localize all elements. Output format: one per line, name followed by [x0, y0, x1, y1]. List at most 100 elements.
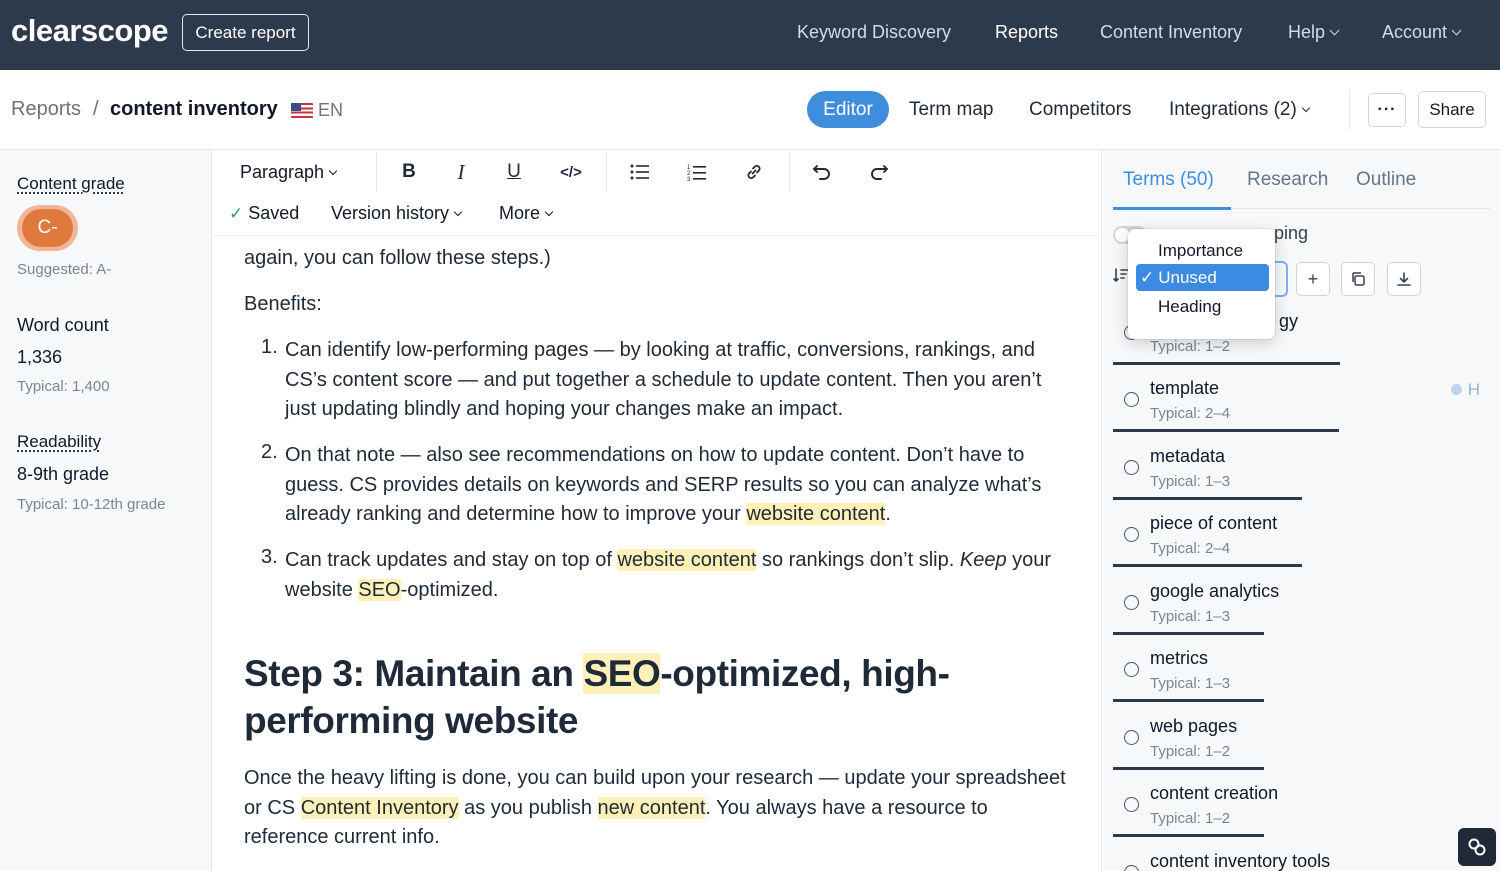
- language-label: EN: [318, 100, 344, 120]
- readability-value: 8-9th grade: [17, 464, 110, 484]
- logo[interactable]: clearscope: [11, 13, 169, 49]
- term-name: piece of content: [1150, 513, 1278, 533]
- term-typical: Typical: 1–2: [1150, 810, 1231, 827]
- toolbar-divider: [376, 152, 377, 192]
- editor-toolbar: Paragraph B I U </> 123 ✓ Saved Version …: [213, 150, 1101, 236]
- chevron-down-icon: [1301, 103, 1311, 113]
- term-status-icon[interactable]: [1124, 594, 1139, 610]
- nav-reports[interactable]: Reports: [995, 22, 1058, 43]
- highlighted-term: website content: [617, 549, 757, 571]
- download-icon[interactable]: [1387, 262, 1421, 296]
- sort-option-importance[interactable]: Importance: [1136, 237, 1269, 264]
- nav-account-label: Account: [1382, 22, 1448, 42]
- section-heading: Step 3: Maintain an SEO-optimized, high-…: [244, 650, 1044, 744]
- nav-content-inventory[interactable]: Content Inventory: [1100, 22, 1242, 43]
- tab-term-map[interactable]: Term map: [909, 99, 993, 121]
- version-history-menu[interactable]: Version history: [331, 203, 463, 224]
- term-name: metrics: [1150, 648, 1208, 668]
- term-item[interactable]: metrics Typical: 1–3: [1113, 635, 1490, 702]
- code-icon[interactable]: </>: [559, 160, 583, 184]
- numbered-list-icon[interactable]: 123: [685, 160, 709, 184]
- sort-icon[interactable]: [1113, 267, 1129, 288]
- italic-icon[interactable]: I: [449, 160, 473, 184]
- nav-help-label: Help: [1288, 22, 1326, 42]
- term-item[interactable]: google analytics Typical: 1–3: [1113, 568, 1490, 635]
- nav-help[interactable]: Help: [1288, 22, 1340, 43]
- content-grade-value: C-: [22, 209, 73, 247]
- nav-account[interactable]: Account: [1382, 22, 1462, 43]
- redo-icon[interactable]: [867, 160, 891, 184]
- term-status-icon[interactable]: [1124, 392, 1139, 407]
- underline-icon[interactable]: U: [502, 160, 526, 184]
- chevron-down-icon: [1451, 25, 1462, 36]
- dropdown-focus-ring: [1274, 261, 1288, 297]
- sort-option-unused[interactable]: ✓ Unused: [1136, 264, 1269, 291]
- heading-dot-icon: [1450, 384, 1462, 395]
- list-item-text: so rankings don’t slip.: [756, 549, 960, 571]
- chevron-down-icon: [453, 207, 463, 217]
- term-typical: Typical: 1–3: [1150, 675, 1231, 692]
- tab-competitors[interactable]: Competitors: [1029, 99, 1131, 121]
- toggle-knob: [1115, 228, 1129, 242]
- version-history-label: Version history: [331, 203, 450, 223]
- chevron-down-icon: [328, 166, 338, 176]
- term-status-icon[interactable]: [1124, 864, 1139, 871]
- word-count-typical: Typical: 1,400: [17, 378, 110, 395]
- chevron-down-icon: [544, 207, 554, 217]
- term-typical: Typical: 2–4: [1150, 540, 1231, 557]
- word-count-value: 1,336: [17, 347, 63, 367]
- term-item[interactable]: metadata Typical: 1–3: [1113, 433, 1490, 500]
- create-report-button[interactable]: Create report: [182, 14, 309, 51]
- help-widget-icon[interactable]: [1458, 828, 1496, 866]
- term-name: content creation: [1150, 783, 1279, 803]
- list-number: 1.: [261, 336, 278, 358]
- tab-editor[interactable]: Editor: [807, 91, 889, 128]
- term-name: template: [1150, 378, 1220, 398]
- term-item[interactable]: template Typical: 2–4 H: [1113, 365, 1490, 432]
- readability-label[interactable]: Readability: [17, 432, 101, 452]
- share-button[interactable]: Share: [1418, 91, 1486, 128]
- term-item[interactable]: piece of content Typical: 2–4: [1113, 500, 1490, 567]
- paragraph-text: as you publish: [458, 796, 598, 819]
- sort-option-heading[interactable]: Heading: [1136, 293, 1269, 320]
- link-icon[interactable]: [742, 160, 766, 184]
- term-status-icon[interactable]: [1124, 797, 1139, 812]
- more-menu[interactable]: More: [499, 203, 554, 224]
- term-typical: Typical: 1–2: [1150, 338, 1231, 355]
- report-header: Reports / content inventory EN Editor Te…: [0, 70, 1500, 150]
- highlighted-term: Content Inventory: [300, 796, 459, 819]
- term-status-icon[interactable]: [1124, 459, 1139, 475]
- list-item: Can identify low-performing pages — by l…: [285, 339, 1042, 421]
- bullet-list-icon[interactable]: [628, 160, 652, 184]
- editor[interactable]: Paragraph B I U </> 123 ✓ Saved Version …: [213, 150, 1102, 871]
- more-options-button[interactable]: ···: [1368, 93, 1406, 127]
- term-typical: Typical: 1–2: [1150, 742, 1231, 760]
- group-toggle-label: ping: [1274, 223, 1309, 243]
- save-status: ✓ Saved: [229, 203, 299, 224]
- term-status-icon[interactable]: [1124, 527, 1139, 542]
- readability-typical: Typical: 10-12th grade: [17, 496, 166, 513]
- tab-research[interactable]: Research: [1247, 169, 1328, 191]
- check-icon: ✓: [1140, 267, 1155, 287]
- tab-terms[interactable]: Terms (50): [1123, 169, 1214, 191]
- tab-integrations[interactable]: Integrations (2): [1169, 99, 1311, 121]
- copy-icon[interactable]: [1341, 262, 1375, 296]
- term-item[interactable]: web pages Typical: 1–2: [1113, 703, 1490, 770]
- active-tab-indicator: [1113, 207, 1231, 210]
- list-item-text: On that note — also see recommendations …: [285, 444, 1042, 526]
- paragraph: again, you can follow these steps.): [244, 247, 551, 269]
- nav-keyword-discovery[interactable]: Keyword Discovery: [797, 22, 951, 43]
- term-status-icon[interactable]: [1124, 729, 1139, 745]
- add-term-button[interactable]: +: [1296, 262, 1330, 296]
- content-grade-label[interactable]: Content grade: [17, 174, 125, 194]
- save-status-label: Saved: [248, 203, 300, 223]
- term-item[interactable]: content creation Typical: 1–2: [1113, 770, 1490, 837]
- bold-icon[interactable]: B: [397, 160, 421, 184]
- breadcrumb-reports[interactable]: Reports: [11, 98, 81, 121]
- toolbar-divider: [789, 152, 790, 192]
- undo-icon[interactable]: [810, 160, 834, 184]
- tab-outline[interactable]: Outline: [1356, 169, 1416, 191]
- term-item[interactable]: content inventory tools: [1113, 838, 1490, 871]
- paragraph-style-select[interactable]: Paragraph: [240, 162, 338, 183]
- term-status-icon[interactable]: [1124, 662, 1139, 677]
